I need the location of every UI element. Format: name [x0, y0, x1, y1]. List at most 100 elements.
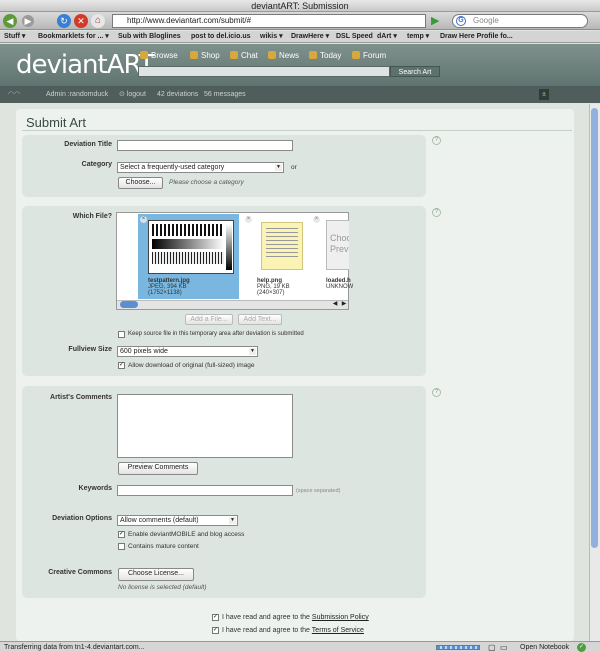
bookmarks-bar: Stuff ▾ Bookmarklets for ... ▾ Sub with … — [0, 31, 600, 43]
nav-chat[interactable]: Chat — [230, 51, 258, 61]
page-title: Submit Art — [26, 115, 86, 130]
bookmark-item[interactable]: Sub with Bloglines — [118, 31, 181, 42]
terms-of-service-link[interactable]: Terms of Service — [312, 627, 364, 634]
or-text: or — [291, 164, 297, 171]
bookmark-item[interactable]: dArt ▾ — [377, 31, 397, 42]
help-png-preview — [261, 222, 303, 270]
add-file-button[interactable]: Add a File... — [185, 314, 233, 325]
nav-browse[interactable]: Browse — [140, 51, 178, 61]
file-scrollbar[interactable] — [117, 300, 348, 309]
mature-label: Contains mature content — [128, 543, 199, 550]
preview-comments-button[interactable]: Preview Comments — [118, 462, 198, 475]
bookmark-item[interactable]: DrawHere ▾ — [291, 31, 329, 42]
enable-mobile-label: Enable deviantMOBILE and blog access — [128, 531, 245, 538]
fullview-select[interactable]: 600 pixels wide ▼ — [117, 346, 258, 357]
window-title: deviantART: Submission — [0, 0, 600, 12]
title-divider — [22, 130, 572, 131]
bookmark-item[interactable]: Stuff ▾ — [4, 31, 25, 42]
deviation-title-input[interactable] — [117, 140, 293, 151]
help-icon[interactable]: ? — [432, 208, 441, 217]
which-file-label: Which File? — [72, 213, 112, 220]
creative-commons-label: Creative Commons — [48, 569, 112, 576]
progress-bar — [436, 645, 480, 650]
nav-shop[interactable]: Shop — [190, 51, 220, 61]
chevron-down-icon: ▼ — [229, 517, 236, 524]
bookmark-item[interactable]: Bookmarklets for ... ▾ — [38, 31, 109, 42]
home-icon[interactable]: ⌂ — [91, 14, 105, 28]
scroll-right-icon[interactable]: ▶ — [340, 300, 348, 309]
url-field[interactable]: http://www.deviantart.com/submit/# — [112, 14, 426, 28]
user-name[interactable]: Admin :randomduck — [46, 86, 108, 103]
scroll-left-icon[interactable]: ◀ — [331, 300, 339, 309]
browse-icon — [140, 51, 148, 59]
bookmark-item[interactable]: post to del.icio.us — [191, 31, 251, 42]
go-icon[interactable]: ▶ — [431, 14, 439, 28]
site-search-input[interactable] — [138, 66, 390, 77]
stop-icon[interactable]: ✕ — [74, 14, 88, 28]
file-meta: UNKNOW — [326, 284, 354, 290]
nav-forum[interactable]: Forum — [352, 51, 386, 61]
messages-count[interactable]: 56 messages — [204, 86, 246, 103]
help-icon[interactable]: ? — [432, 136, 441, 145]
status-bar: Transferring data from tn1-4.deviantart.… — [0, 641, 600, 652]
remove-file-icon[interactable]: × — [313, 216, 320, 223]
open-notebook-link[interactable]: Open Notebook — [520, 642, 569, 652]
submission-policy-link[interactable]: Submission Policy — [312, 614, 369, 621]
site-search-button[interactable]: Search Art — [390, 66, 440, 77]
status-text: Transferring data from tn1-4.deviantart.… — [4, 644, 145, 651]
nav-today[interactable]: Today — [309, 51, 341, 61]
add-text-button[interactable]: Add Text... — [238, 314, 282, 325]
keywords-note: (space separated) — [296, 488, 341, 494]
choose-category-button[interactable]: Choose... — [118, 177, 163, 189]
keep-source-label: Keep source file in this temporary area … — [128, 331, 304, 337]
file-scrollbar-thumb[interactable] — [120, 301, 138, 308]
mature-checkbox[interactable] — [118, 543, 125, 550]
remove-file-icon[interactable]: × — [140, 216, 147, 223]
chat-icon — [230, 51, 238, 59]
reload-icon[interactable]: ↻ — [57, 14, 71, 28]
check-icon: ✓ — [577, 643, 586, 652]
forum-icon — [352, 51, 360, 59]
deviations-count[interactable]: 42 deviations — [157, 86, 198, 103]
search-field[interactable]: Google — [452, 14, 588, 28]
bookmark-item[interactable]: DSL Speed — [336, 31, 373, 42]
artists-comments-label: Artist's Comments — [50, 394, 112, 401]
keywords-input[interactable] — [117, 485, 293, 496]
bookmark-item[interactable]: wikis ▾ — [260, 31, 283, 42]
allow-download-checkbox[interactable]: ✓ — [118, 362, 125, 369]
category-select[interactable]: Select a frequently-used category ▼ — [117, 162, 284, 173]
notifier-icon[interactable]: ± — [539, 89, 549, 100]
news-icon — [268, 51, 276, 59]
testpattern-preview — [148, 220, 234, 274]
back-icon[interactable]: ◀ — [3, 14, 17, 28]
comments-select[interactable]: Allow comments (default) ▼ — [117, 515, 238, 526]
enable-mobile-checkbox[interactable]: ✓ — [118, 531, 125, 538]
license-note: No license is selected (default) — [118, 584, 207, 591]
file-dimensions: (240×307) — [257, 290, 285, 296]
agree-submission-text: I have read and agree to the Submission … — [222, 614, 369, 621]
file-dimensions: (1752×1138) — [148, 290, 182, 296]
agree-submission-checkbox[interactable]: ✓ — [212, 614, 219, 621]
da-small-logo-icon: ◠◠ — [8, 91, 21, 98]
logout-link[interactable]: ⊙ logout — [119, 86, 146, 103]
keep-source-checkbox[interactable] — [118, 331, 125, 338]
site-logo[interactable]: deviantART — [16, 50, 155, 80]
help-icon[interactable]: ? — [432, 388, 441, 397]
page-scrollbar-thumb[interactable] — [591, 108, 598, 548]
bookmark-item[interactable]: Draw Here Profile fo... — [440, 31, 513, 42]
remove-file-icon[interactable]: × — [245, 216, 252, 223]
agree-terms-checkbox[interactable]: ✓ — [212, 627, 219, 634]
fullview-label: Fullview Size — [68, 346, 112, 353]
google-icon: G — [456, 16, 466, 26]
artists-comments-textarea[interactable] — [117, 394, 293, 458]
deviation-options-label: Deviation Options — [52, 515, 112, 522]
forward-icon[interactable]: ▶ — [22, 15, 34, 27]
deviation-title-label: Deviation Title — [64, 141, 112, 148]
nav-news[interactable]: News — [268, 51, 299, 61]
user-bar: ◠◠ Admin :randomduck ⊙ logout 42 deviati… — [0, 86, 600, 103]
choose-category-note: Please choose a category — [169, 179, 244, 186]
bookmark-item[interactable]: temp ▾ — [407, 31, 429, 42]
keywords-label: Keywords — [78, 485, 112, 492]
choose-license-button[interactable]: Choose License... — [118, 568, 194, 581]
notebook-icon[interactable]: ▢ — [488, 642, 496, 652]
